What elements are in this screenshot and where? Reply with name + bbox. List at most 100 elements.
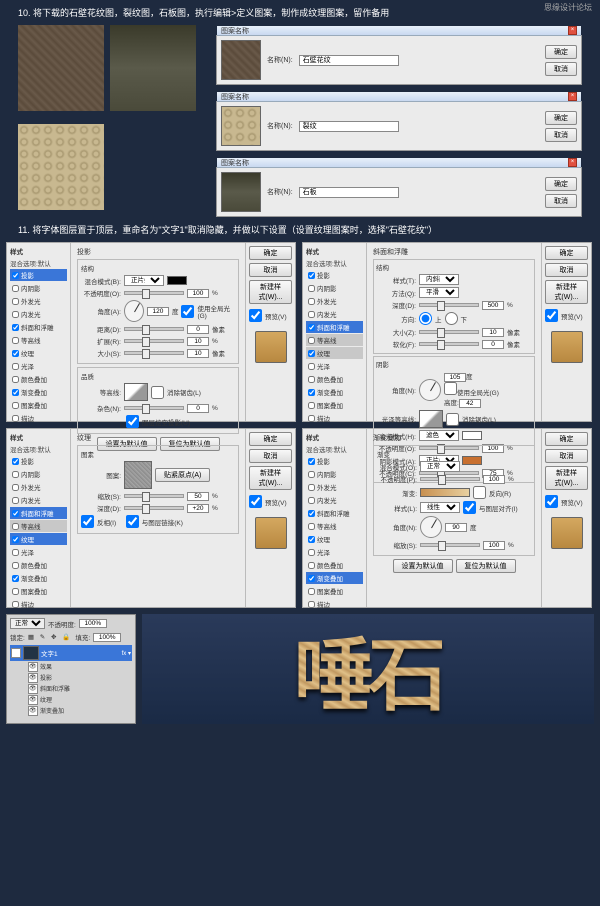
visibility-icon[interactable]: 👁: [28, 695, 38, 705]
close-icon[interactable]: ×: [568, 92, 577, 101]
style-item-stroke[interactable]: 描边: [306, 412, 363, 424]
checkbox[interactable]: [308, 389, 315, 396]
link-checkbox[interactable]: [126, 515, 139, 528]
new-style-button[interactable]: 新建样式(W)...: [249, 280, 292, 304]
checkbox[interactable]: [308, 337, 315, 344]
checkbox[interactable]: [12, 471, 19, 478]
cancel-button[interactable]: 取消: [249, 449, 292, 463]
snap-origin-button[interactable]: 贴紧原点(A): [155, 468, 210, 482]
knockout-checkbox[interactable]: [126, 415, 139, 428]
altitude-input[interactable]: [459, 399, 481, 408]
opacity-input[interactable]: [187, 289, 209, 298]
ok-button[interactable]: 确定: [545, 432, 588, 446]
checkbox[interactable]: [12, 311, 19, 318]
depth-slider[interactable]: [419, 303, 479, 307]
checkbox[interactable]: [308, 510, 315, 517]
size-slider[interactable]: [124, 351, 184, 355]
style-item-gradientoverlay[interactable]: 渐变叠加: [306, 386, 363, 398]
style-item-innerglow[interactable]: 内发光: [10, 308, 67, 320]
checkbox[interactable]: [308, 311, 315, 318]
invert-checkbox[interactable]: [81, 515, 94, 528]
lock-icons[interactable]: ▦ ✎ ✥ 🔒: [28, 633, 73, 641]
angle-input[interactable]: [147, 307, 169, 316]
style-item-stroke[interactable]: 描边: [10, 412, 67, 424]
blend-mode-select[interactable]: 正常: [10, 618, 45, 629]
checkbox[interactable]: [308, 484, 315, 491]
opacity-slider[interactable]: [420, 477, 480, 481]
visibility-icon[interactable]: 👁: [28, 662, 38, 672]
spread-slider[interactable]: [124, 339, 184, 343]
style-item-dropshadow[interactable]: 投影: [306, 455, 363, 467]
checkbox[interactable]: [308, 497, 315, 504]
style-item-contour[interactable]: 等高线: [306, 334, 363, 346]
preview-checkbox[interactable]: [249, 495, 262, 508]
gradient-picker[interactable]: [420, 488, 470, 497]
checkbox[interactable]: [12, 389, 19, 396]
preview-checkbox[interactable]: [249, 309, 262, 322]
checkbox[interactable]: [308, 415, 315, 422]
style-item-coloroverlay[interactable]: 颜色叠加: [306, 559, 363, 571]
cancel-button[interactable]: 取消: [545, 128, 577, 142]
antialias-checkbox[interactable]: [446, 413, 459, 426]
new-style-button[interactable]: 新建样式(W)...: [545, 466, 588, 490]
checkbox[interactable]: [308, 272, 315, 279]
checkbox[interactable]: [12, 324, 19, 331]
checkbox[interactable]: [308, 285, 315, 292]
antialias-checkbox[interactable]: [151, 386, 164, 399]
style-item-satin[interactable]: 光泽: [10, 546, 67, 558]
checkbox[interactable]: [308, 562, 315, 569]
size-input[interactable]: [482, 328, 504, 337]
checkbox[interactable]: [12, 285, 19, 292]
checkbox[interactable]: [308, 601, 315, 608]
style-item-satin[interactable]: 光泽: [306, 360, 363, 372]
style-select[interactable]: 内斜面: [419, 274, 459, 285]
close-icon[interactable]: ×: [568, 26, 577, 35]
scale-slider[interactable]: [420, 543, 480, 547]
checkbox[interactable]: [12, 562, 19, 569]
direction-up-radio[interactable]: [419, 312, 432, 325]
technique-select[interactable]: 平滑: [419, 287, 459, 298]
contour-picker[interactable]: [124, 383, 148, 401]
gradient-style-select[interactable]: 线性: [420, 502, 460, 513]
checkbox[interactable]: [12, 588, 19, 595]
checkbox[interactable]: [12, 601, 19, 608]
style-item-texture[interactable]: 纹理: [10, 347, 67, 359]
style-item-texture[interactable]: 纹理: [306, 533, 363, 545]
checkbox[interactable]: [308, 324, 315, 331]
style-item-outerglow[interactable]: 外发光: [10, 295, 67, 307]
fx-badge[interactable]: fx ▾: [122, 650, 131, 657]
opacity-input[interactable]: [79, 619, 107, 628]
checkbox[interactable]: [12, 536, 19, 543]
align-checkbox[interactable]: [463, 501, 476, 514]
pattern-name-input[interactable]: [299, 55, 399, 66]
gloss-contour-picker[interactable]: [419, 410, 443, 428]
opacity-input[interactable]: [483, 475, 505, 484]
style-item-bevel[interactable]: 斜面和浮雕: [306, 507, 363, 519]
style-item-contour[interactable]: 等高线: [10, 334, 67, 346]
checkbox[interactable]: [12, 415, 19, 422]
checkbox[interactable]: [12, 337, 19, 344]
style-item-gradientoverlay[interactable]: 渐变叠加: [306, 572, 363, 584]
checkbox[interactable]: [308, 298, 315, 305]
checkbox[interactable]: [12, 402, 19, 409]
style-item-satin[interactable]: 光泽: [10, 360, 67, 372]
distance-input[interactable]: [187, 325, 209, 334]
angle-input[interactable]: [444, 373, 466, 382]
size-slider[interactable]: [419, 330, 479, 334]
style-item-stroke[interactable]: 描边: [10, 598, 67, 610]
blend-options[interactable]: 混合选项:默认: [306, 258, 363, 268]
checkbox[interactable]: [12, 549, 19, 556]
soften-slider[interactable]: [419, 342, 479, 346]
close-icon[interactable]: ×: [568, 158, 577, 167]
style-item-gradientoverlay[interactable]: 渐变叠加: [10, 572, 67, 584]
cancel-button[interactable]: 取消: [545, 263, 588, 277]
fx-item[interactable]: 渐变叠加: [40, 706, 64, 715]
checkbox[interactable]: [12, 298, 19, 305]
style-item-innerglow[interactable]: 内发光: [306, 308, 363, 320]
style-item-outerglow[interactable]: 外发光: [306, 481, 363, 493]
global-light-checkbox[interactable]: [181, 305, 194, 318]
style-item-innershadow[interactable]: 内阴影: [306, 282, 363, 294]
fx-item[interactable]: 投影: [40, 673, 52, 682]
visibility-icon[interactable]: 👁: [11, 648, 21, 658]
style-item-contour[interactable]: 等高线: [10, 520, 67, 532]
